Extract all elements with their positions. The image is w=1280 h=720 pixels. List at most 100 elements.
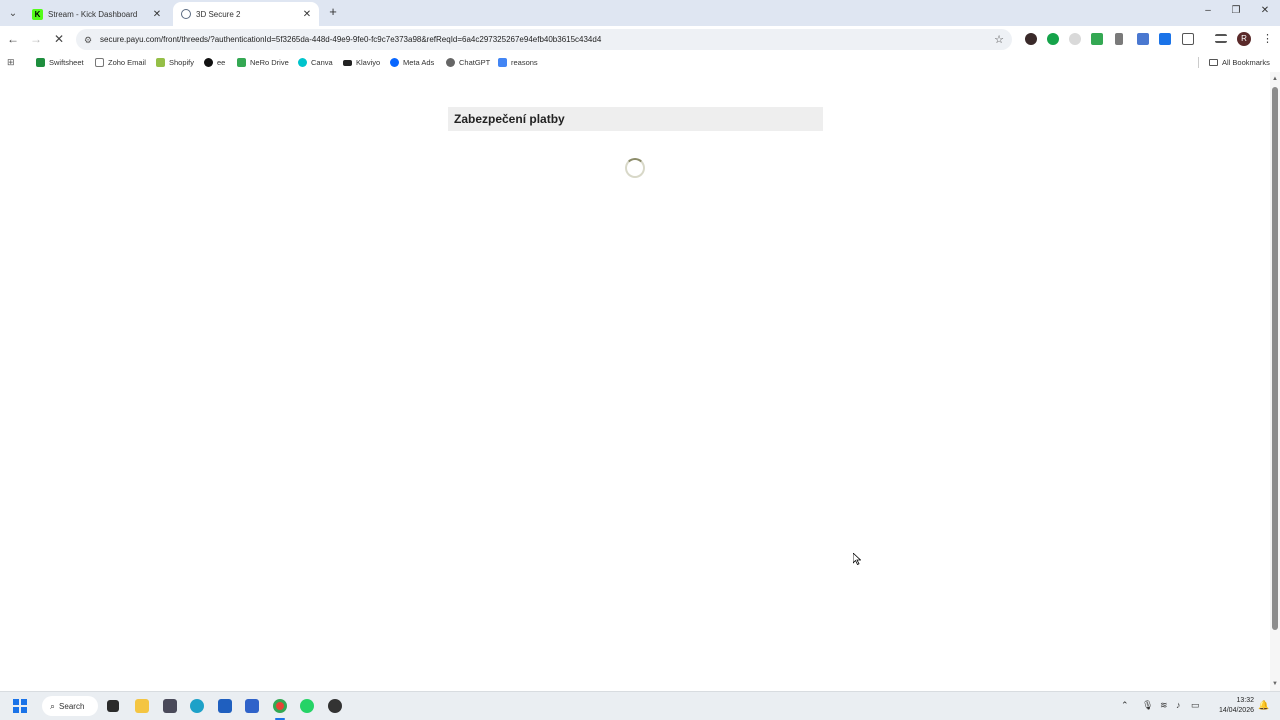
tag-icon[interactable] <box>1137 33 1149 45</box>
stop-loading-icon[interactable]: ✕ <box>52 32 66 46</box>
bookmarks-divider <box>1198 57 1199 68</box>
ee-icon <box>204 58 213 67</box>
bookmark-label: ChatGPT <box>459 58 491 67</box>
new-tab-button[interactable]: + <box>326 5 340 19</box>
browser-toolbar: ← → ✕ ⚙ secure.payu.com/front/threeds/?a… <box>0 26 1280 53</box>
forward-icon[interactable]: → <box>29 32 43 46</box>
tab-title: 3D Secure 2 <box>196 9 241 19</box>
bookmark-label: Canva <box>311 58 333 67</box>
bookmark-label: reasons <box>511 58 538 67</box>
back-icon[interactable]: ← <box>6 32 20 46</box>
page-title: Zabezpečení platby <box>454 112 565 126</box>
chrome-icon[interactable] <box>273 699 287 713</box>
restore-icon[interactable]: ❐ <box>1229 5 1243 16</box>
apps-grid-icon[interactable]: ⊞ <box>7 57 17 67</box>
minimize-icon[interactable]: – <box>1201 5 1215 16</box>
volume-icon[interactable]: ♪ <box>1176 700 1181 710</box>
bookmark-nero-drive[interactable]: NeRo Drive <box>237 56 289 69</box>
taskbar-search[interactable]: ⌕ Search <box>42 696 98 716</box>
clock-date: 14/04/2026 <box>1218 707 1254 714</box>
loading-favicon-icon <box>181 9 191 19</box>
extension-grey-icon[interactable] <box>1069 33 1081 45</box>
payment-security-header: Zabezpečení platby <box>448 107 823 131</box>
docs-icon <box>498 58 507 67</box>
bookmark-shopify[interactable]: Shopify <box>156 56 194 69</box>
tab-close-icon[interactable]: ✕ <box>151 9 163 20</box>
bookmark-klaviyo[interactable]: Klaviyo <box>343 56 380 69</box>
scroll-down-icon[interactable]: ▼ <box>1272 681 1278 687</box>
more-vert-icon[interactable]: ⋮ <box>1262 32 1273 45</box>
bookmark-canva[interactable]: Canva <box>298 56 333 69</box>
app-cube-icon[interactable] <box>163 699 177 713</box>
page-content: Zabezpečení platby <box>0 72 1270 691</box>
tab-search-chevron-icon[interactable]: ⌄ <box>6 6 20 20</box>
shopify-icon <box>156 58 165 67</box>
file-explorer-icon[interactable] <box>135 699 149 713</box>
url-text[interactable]: secure.payu.com/front/threeds/?authentic… <box>100 35 1012 44</box>
store-icon[interactable] <box>218 699 232 713</box>
bookmark-zoho-email[interactable]: Zoho Email <box>95 56 146 69</box>
bookmark-label: Shopify <box>169 58 195 67</box>
bookmark-ee[interactable]: ee <box>204 56 225 69</box>
extensions-puzzle-icon[interactable] <box>1182 33 1194 45</box>
page-scrollbar[interactable]: ▲ ▼ <box>1270 72 1280 691</box>
tab-strip: ⌄ K Stream - Kick Dashboard ✕ 3D Secure … <box>0 0 1280 26</box>
meta-icon <box>390 58 399 67</box>
tab-media-icon[interactable] <box>1215 34 1227 43</box>
bookmark-label: Swiftsheet <box>49 58 84 67</box>
bookmark-chatgpt[interactable]: ChatGPT <box>446 56 490 69</box>
bookmark-label: Klaviyo <box>356 58 381 67</box>
tab-title: Stream - Kick Dashboard <box>48 9 138 19</box>
tab-kick-dashboard[interactable]: K Stream - Kick Dashboard ✕ <box>24 2 169 26</box>
kick-favicon-icon: K <box>32 8 43 20</box>
taskbar-clock[interactable]: 13:32 14/04/2026 <box>1208 696 1254 716</box>
swiftsheet-icon <box>36 58 45 67</box>
clock-time: 13:32 <box>1236 697 1254 704</box>
search-icon: ⌕ <box>50 700 56 711</box>
bookmark-meta-ads[interactable]: Meta Ads <box>390 56 434 69</box>
folder-icon <box>1209 59 1218 66</box>
close-window-icon[interactable]: ✕ <box>1258 5 1272 16</box>
bookmark-label: NeRo Drive <box>250 58 289 67</box>
drive-icon <box>237 58 246 67</box>
extension-dark-icon[interactable] <box>1025 33 1037 45</box>
search-label: Search <box>59 701 85 711</box>
profile-avatar[interactable]: R <box>1237 32 1251 46</box>
edge-icon[interactable] <box>190 699 204 713</box>
wifi-icon[interactable]: ≋ <box>1160 700 1168 711</box>
tab-close-icon[interactable]: ✕ <box>301 9 313 20</box>
bookmark-swiftsheet[interactable]: Swiftsheet <box>36 56 84 69</box>
bookmark-reasons[interactable]: reasons <box>498 56 538 69</box>
battery-icon[interactable]: ▭ <box>1191 700 1200 711</box>
task-view-icon[interactable] <box>107 700 119 712</box>
notifications-icon[interactable]: 🔔 <box>1258 700 1269 711</box>
extension-badge-icon[interactable] <box>1091 33 1103 45</box>
tab-3d-secure[interactable]: 3D Secure 2 ✕ <box>173 2 319 26</box>
scroll-up-icon[interactable]: ▲ <box>1272 76 1278 82</box>
canva-icon <box>298 58 307 67</box>
star-icon[interactable]: ☆ <box>994 33 1004 46</box>
vscode-icon[interactable] <box>245 699 259 713</box>
whatsapp-icon[interactable] <box>300 699 314 713</box>
mouse-cursor-icon <box>853 553 861 565</box>
bookmark-label: Meta Ads <box>403 58 435 67</box>
loading-spinner-icon <box>625 158 645 178</box>
scroll-thumb[interactable] <box>1272 87 1278 630</box>
klaviyo-flag-icon <box>343 59 352 66</box>
all-bookmarks-label: All Bookmarks <box>1222 58 1270 67</box>
grammarly-icon[interactable] <box>1047 33 1059 45</box>
site-info-icon[interactable]: ⚙ <box>84 35 94 45</box>
extension-blue-icon[interactable] <box>1159 33 1171 45</box>
pen-icon[interactable] <box>1115 33 1123 45</box>
microphone-icon[interactable]: 🎙 <box>1142 700 1153 711</box>
tray-chevron-icon[interactable]: ⌃ <box>1121 700 1129 711</box>
all-bookmarks-button[interactable]: All Bookmarks <box>1209 56 1270 69</box>
bookmarks-bar: ⊞ Swiftsheet Zoho Email Shopify ee NeRo … <box>0 53 1280 72</box>
windows-taskbar: ⌕ Search ⌃ 🎙 ≋ ♪ ▭ 13:32 14/04/2026 🔔 <box>0 691 1280 720</box>
bookmark-label: Zoho Email <box>108 58 146 67</box>
recording-app-icon[interactable] <box>328 699 342 713</box>
home-icon <box>95 58 104 67</box>
address-bar[interactable]: ⚙ secure.payu.com/front/threeds/?authent… <box>76 29 1012 50</box>
windows-start-icon[interactable] <box>13 699 27 713</box>
bookmark-label: ee <box>217 58 226 67</box>
